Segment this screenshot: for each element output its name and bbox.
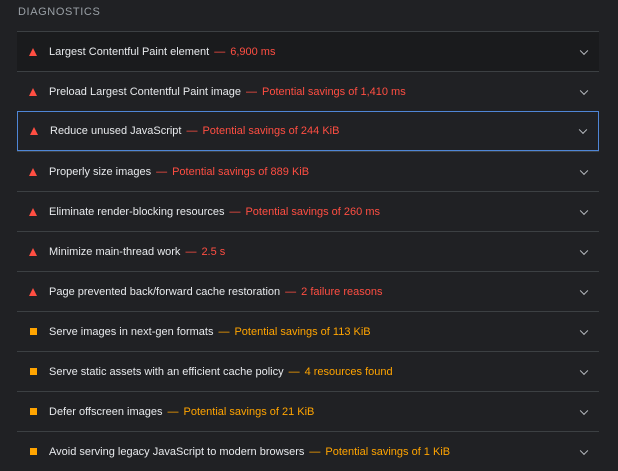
audit-item[interactable]: Serve static assets with an efficient ca…: [17, 351, 599, 391]
audit-detail: 2.5 s: [201, 245, 226, 258]
audit-detail: 2 failure reasons: [301, 285, 383, 298]
fail-triangle-icon: [17, 247, 49, 256]
audit-separator: —: [167, 405, 179, 418]
audit-title: Reduce unused JavaScript: [50, 125, 182, 137]
audit-title: Serve images in next-gen formats: [49, 325, 214, 338]
fail-triangle-icon: [17, 287, 49, 296]
chevron-down-icon[interactable]: [579, 246, 589, 255]
audit-detail: Potential savings of 244 KiB: [202, 125, 340, 137]
audit-title: Largest Contentful Paint element: [49, 45, 210, 58]
audit-detail: Potential savings of 1,410 ms: [262, 85, 406, 98]
audit-separator: —: [288, 365, 300, 378]
audit-separator: —: [156, 165, 168, 178]
audit-item[interactable]: Minimize main-thread work — 2.5 s: [17, 231, 599, 271]
audit-separator: —: [214, 45, 226, 58]
chevron-down-icon[interactable]: [579, 406, 589, 415]
audit-title: Minimize main-thread work: [49, 245, 181, 258]
audit-title: Properly size images: [49, 165, 152, 178]
audit-separator: —: [185, 245, 197, 258]
audit-item[interactable]: Eliminate render-blocking resources — Po…: [17, 191, 599, 231]
fail-triangle-icon: [17, 47, 49, 56]
audit-item[interactable]: Avoid serving legacy JavaScript to moder…: [17, 431, 599, 471]
audit-item[interactable]: Defer offscreen images — Potential savin…: [17, 391, 599, 431]
audit-detail: Potential savings of 21 KiB: [183, 405, 315, 418]
audit-item[interactable]: Properly size images — Potential savings…: [17, 151, 599, 191]
chevron-down-icon[interactable]: [579, 446, 589, 455]
section-title: DIAGNOSTICS: [18, 6, 101, 18]
audit-detail: Potential savings of 260 ms: [245, 205, 380, 218]
audit-title: Avoid serving legacy JavaScript to moder…: [49, 445, 305, 458]
fail-triangle-icon: [17, 87, 49, 96]
diagnostics-audit-list: Largest Contentful Paint element — 6,900…: [17, 31, 599, 471]
chevron-down-icon[interactable]: [579, 206, 589, 215]
chevron-down-icon[interactable]: [579, 286, 589, 295]
audit-title: Page prevented back/forward cache restor…: [49, 285, 281, 298]
chevron-down-icon[interactable]: [579, 166, 589, 175]
audit-title: Preload Largest Contentful Paint image: [49, 85, 242, 98]
audit-separator: —: [229, 205, 241, 218]
audit-title: Defer offscreen images: [49, 405, 163, 418]
audit-separator: —: [246, 85, 258, 98]
audit-separator: —: [285, 285, 297, 298]
chevron-down-icon[interactable]: [579, 366, 589, 375]
chevron-down-icon[interactable]: [579, 86, 589, 95]
warn-square-icon: [17, 448, 49, 455]
audit-detail: 6,900 ms: [230, 45, 276, 58]
audit-item[interactable]: Largest Contentful Paint element — 6,900…: [17, 31, 599, 71]
audit-item[interactable]: Preload Largest Contentful Paint image —…: [17, 71, 599, 111]
audit-separator: —: [218, 325, 230, 338]
warn-square-icon: [17, 328, 49, 335]
fail-triangle-icon: [18, 127, 50, 135]
chevron-down-icon[interactable]: [579, 326, 589, 335]
fail-triangle-icon: [17, 207, 49, 216]
warn-square-icon: [17, 368, 49, 375]
audit-separator: —: [186, 125, 198, 137]
audit-separator: —: [309, 445, 321, 458]
chevron-down-icon[interactable]: [579, 46, 589, 55]
chevron-down-icon[interactable]: [578, 125, 588, 135]
audit-title: Serve static assets with an efficient ca…: [49, 365, 284, 378]
audit-item[interactable]: Page prevented back/forward cache restor…: [17, 271, 599, 311]
audit-detail: 4 resources found: [304, 365, 393, 378]
fail-triangle-icon: [17, 167, 49, 176]
audit-item[interactable]: Serve images in next-gen formats — Poten…: [17, 311, 599, 351]
audit-detail: Potential savings of 1 KiB: [325, 445, 451, 458]
warn-square-icon: [17, 408, 49, 415]
audit-detail: Potential savings of 113 KiB: [234, 325, 371, 338]
audit-detail: Potential savings of 889 KiB: [172, 165, 310, 178]
audit-item[interactable]: Reduce unused JavaScript — Potential sav…: [17, 111, 599, 151]
audit-title: Eliminate render-blocking resources: [49, 205, 225, 218]
